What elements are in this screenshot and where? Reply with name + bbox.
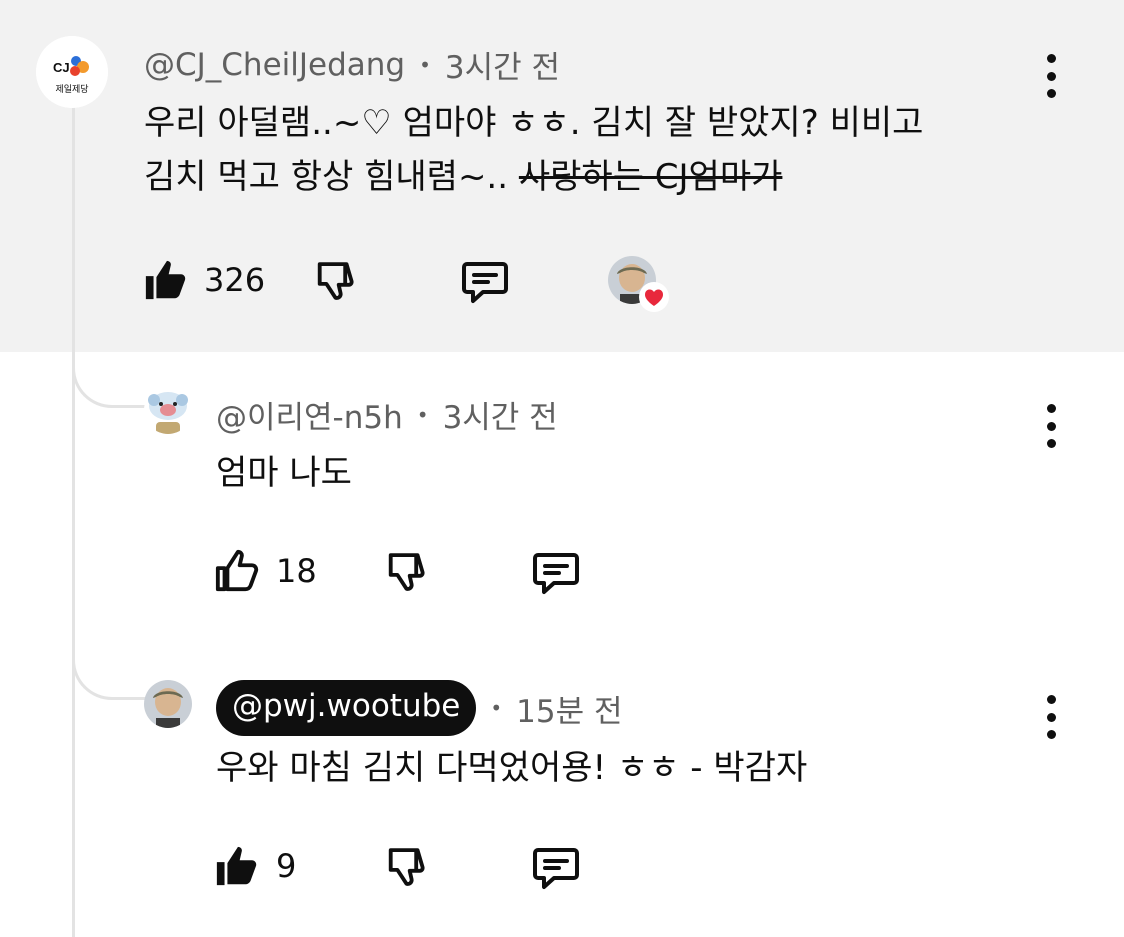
thread-branch — [72, 368, 152, 408]
comment-meta: @CJ_CheilJedang • 3시간 전 — [144, 42, 560, 87]
comment-time[interactable]: 15분 전 — [516, 686, 622, 731]
avatar-logo-text: CJ — [53, 60, 70, 75]
author-handle[interactable]: @이리연-n5h — [216, 392, 403, 437]
like-button[interactable] — [214, 843, 260, 893]
like-count: 9 — [276, 847, 297, 885]
more-options-button[interactable] — [1036, 54, 1066, 98]
more-vertical-icon — [1046, 54, 1056, 63]
like-count: 326 — [204, 261, 266, 299]
thread-branch — [72, 660, 152, 700]
comment-time[interactable]: 3시간 전 — [443, 392, 558, 437]
more-vertical-icon — [1046, 404, 1056, 413]
thumbs-up-filled-icon — [145, 260, 186, 300]
comment-text: 우와 마침 김치 다먹었어용! ㅎㅎ - 박감자 — [216, 748, 808, 788]
like-button[interactable] — [143, 257, 189, 307]
strikethrough-text: 사랑하는 CJ엄마가 — [518, 157, 783, 197]
comment-time[interactable]: 3시간 전 — [445, 42, 560, 87]
creator-heart-badge — [638, 281, 670, 317]
reply-comment-icon — [533, 848, 579, 889]
user-avatar[interactable] — [144, 386, 192, 434]
thumbs-up-outline-icon — [215, 549, 259, 592]
thread-line — [72, 105, 75, 937]
creator-heart-icon — [639, 282, 669, 312]
dislike-button[interactable] — [384, 549, 430, 599]
comment-text-line: 김치 먹고 항상 힘내렴~.. 사랑하는 CJ엄마가 — [144, 157, 783, 197]
author-handle[interactable]: @CJ_CheilJedang — [144, 47, 405, 83]
dislike-button[interactable] — [313, 258, 359, 308]
thumbs-down-icon — [388, 553, 425, 591]
comment-meta: @이리연-n5h • 3시간 전 — [216, 392, 558, 437]
reply-comment-icon — [462, 262, 508, 303]
more-options-button[interactable] — [1036, 695, 1066, 739]
reply-button[interactable] — [530, 549, 582, 601]
thumbs-up-filled-icon — [216, 846, 257, 886]
comment-meta: @pwj.wootube • 15분 전 — [216, 680, 622, 736]
thumbs-down-icon — [317, 262, 354, 300]
avatar-logo-subtext: 제일제당 — [55, 84, 88, 95]
dislike-button[interactable] — [384, 844, 430, 894]
comment-thread: CJ 제일제당 @CJ_CheilJedang • 3시간 전 우리 아덜램..… — [0, 0, 1124, 937]
reply-comment-icon — [533, 553, 579, 594]
cj-logo-avatar[interactable]: CJ 제일제당 — [36, 36, 108, 108]
reply-button[interactable] — [530, 844, 582, 896]
creator-avatar[interactable] — [144, 680, 192, 728]
creator-handle-badge[interactable]: @pwj.wootube — [216, 680, 477, 736]
reply-button[interactable] — [459, 258, 511, 310]
thumbs-down-icon — [388, 848, 425, 886]
more-vertical-icon — [1046, 695, 1056, 704]
comment-text: 엄마 나도 — [216, 453, 352, 493]
comment-text-line: 우리 아덜램..~♡ 엄마야 ㅎㅎ. 김치 잘 받았지? 비비고 — [144, 103, 924, 143]
like-count: 18 — [276, 552, 317, 590]
comment-text: 우리 아덜램..~♡ 엄마야 ㅎㅎ. 김치 잘 받았지? 비비고 김치 먹고 항… — [144, 96, 923, 204]
more-options-button[interactable] — [1036, 404, 1066, 448]
like-button[interactable] — [214, 548, 260, 598]
